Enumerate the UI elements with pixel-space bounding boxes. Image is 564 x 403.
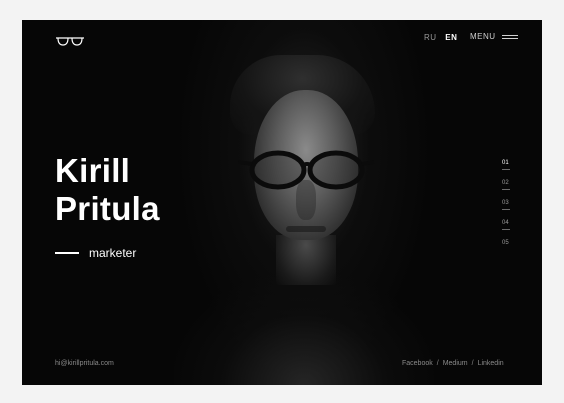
portrait-shirt [174,275,434,385]
hero-role: marketer [55,246,136,260]
role-text: marketer [89,246,137,260]
pager-item-02[interactable]: 02 [502,180,512,200]
menu-button[interactable]: MENU [470,32,518,41]
portrait-glasses [237,150,375,190]
hamburger-icon [501,33,518,41]
pager-number: 03 [502,200,509,206]
pager-tick [502,229,510,230]
social-links: Facebook / Medium / Linkedin [402,360,504,367]
slide-pager: 01 02 03 04 05 [502,160,512,260]
glasses-icon[interactable] [55,33,85,47]
pager-number: 01 [502,160,509,166]
first-name: Kirill [55,152,131,189]
pager-tick [502,169,510,170]
facebook-link[interactable]: Facebook [402,360,433,367]
role-divider [55,252,79,254]
lang-en[interactable]: EN [445,33,457,42]
portrait-photo [174,20,434,385]
social-separator: / [471,360,474,367]
last-name: Pritula [55,190,160,227]
menu-label: MENU [470,32,496,41]
social-separator: / [436,360,439,367]
medium-link[interactable]: Medium [443,360,468,367]
hero-name: Kirill Pritula [55,152,160,228]
pager-tick [502,189,510,190]
email-link[interactable]: hi@kirillpritula.com [55,360,114,367]
linkedin-link[interactable]: Linkedin [478,360,504,367]
pager-item-03[interactable]: 03 [502,200,512,220]
pager-item-05[interactable]: 05 [502,240,512,260]
pager-number: 04 [502,220,509,226]
pager-item-04[interactable]: 04 [502,220,512,240]
pager-tick [502,209,510,210]
language-switcher: RU EN [424,33,463,42]
portrait-mouth [286,226,326,232]
hero-section: RU EN MENU Kirill Pritula marketer 01 02… [22,20,542,385]
portrait-neck [276,235,336,285]
pager-number: 05 [502,240,509,246]
pager-number: 02 [502,180,509,186]
pager-item-01[interactable]: 01 [502,160,512,180]
lang-ru[interactable]: RU [424,33,437,42]
